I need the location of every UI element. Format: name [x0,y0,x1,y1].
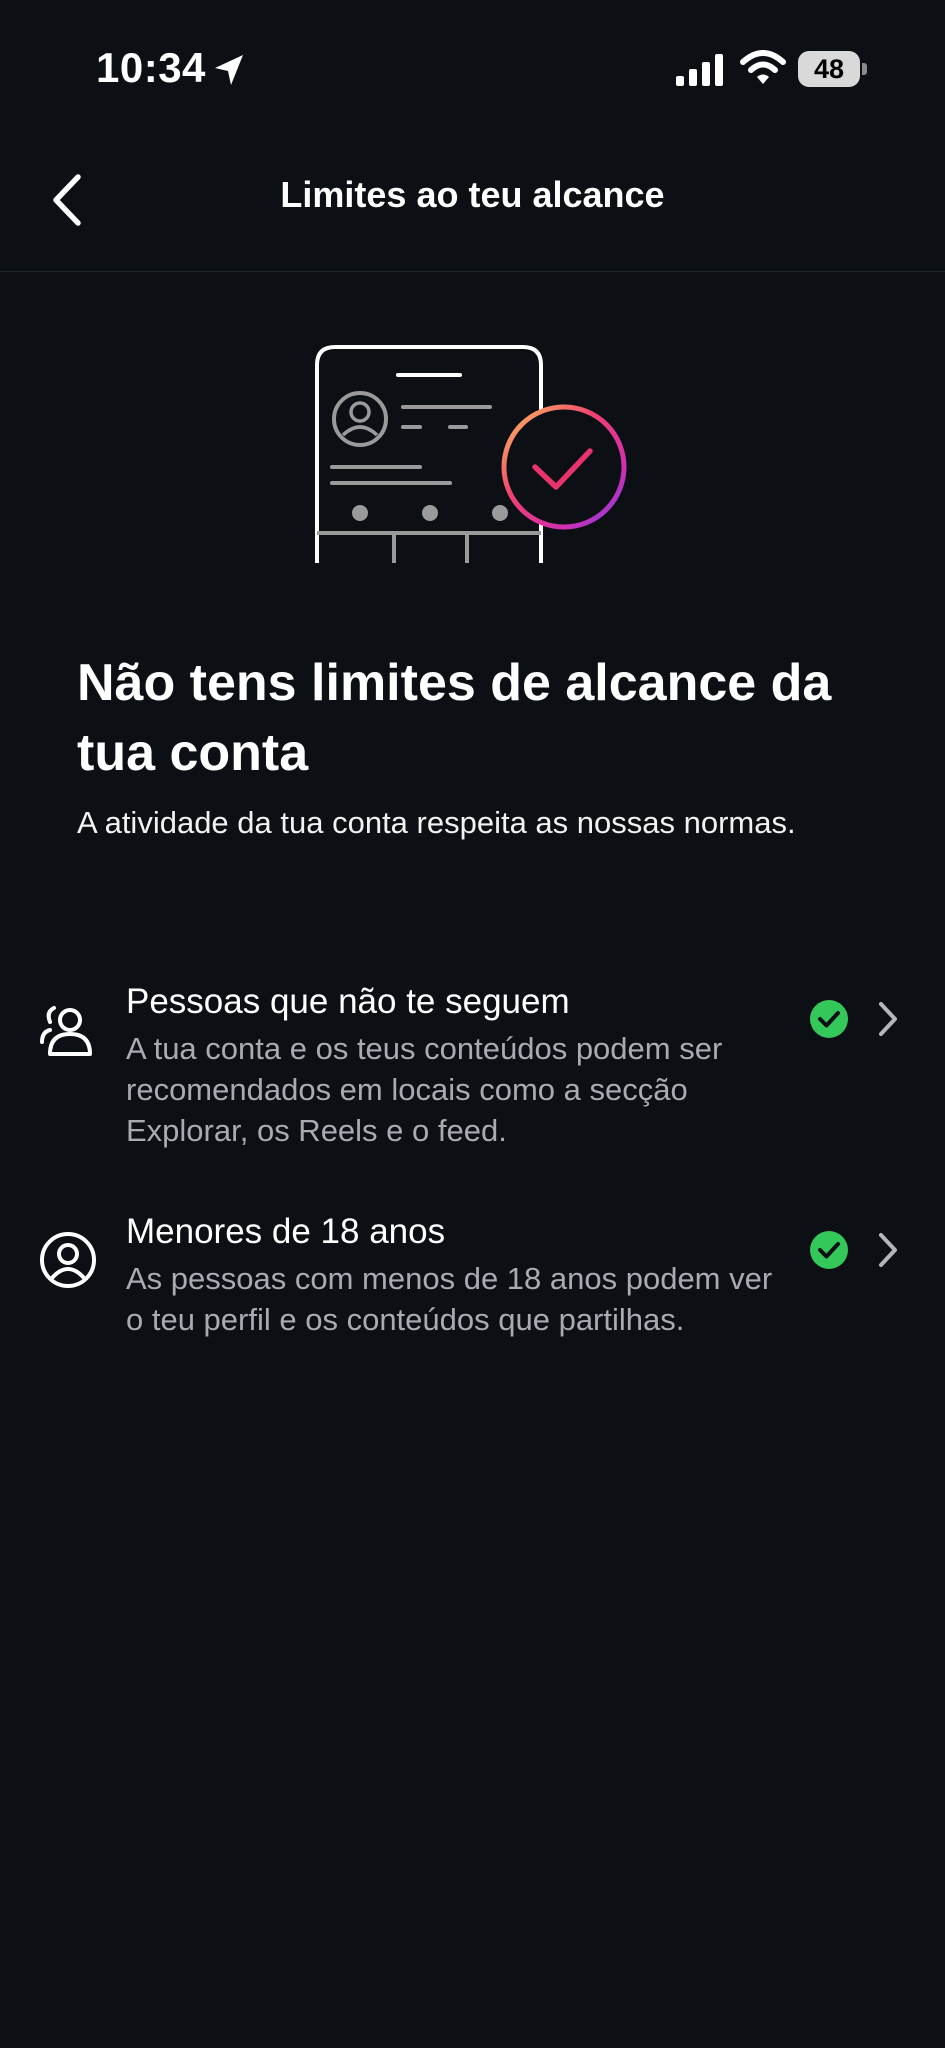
battery-level: 48 [813,53,845,84]
list-item-title: Pessoas que não te seguem [126,982,570,1021]
location-arrow-icon [215,55,243,85]
battery-indicator: 48 [798,51,868,87]
profile-icon [40,1232,96,1288]
list-item-non-followers[interactable]: Pessoas que não te seguem A tua conta e … [0,980,945,1155]
wifi-icon [740,50,786,84]
page-title: Limites ao teu alcance [280,174,665,215]
chevron-right-icon [879,1233,897,1267]
chevron-right-icon [879,1002,897,1036]
status-time: 10:34 [96,44,206,91]
list-item-description: A tua conta e os teus conteúdos podem se… [126,1031,723,1148]
status-bar: 10:34 48 [0,0,945,140]
screen: 10:34 48 Limites ao teu alcance Não tens… [0,0,945,2048]
subtitle: A atividade da tua conta respeita as nos… [77,805,796,840]
list-item-title: Menores de 18 anos [126,1212,446,1251]
check-circle-icon [810,1000,848,1038]
cellular-signal-icon [676,54,723,86]
check-circle-icon [810,1231,848,1269]
phone-check-illustration [315,345,627,563]
list-item-minors[interactable]: Menores de 18 anos As pessoas com menos … [0,1210,945,1385]
list-item-description: As pessoas com menos de 18 anos podem ve… [126,1261,773,1337]
battery-cap [862,63,867,75]
headline: Não tens limites de alcance da tua conta [77,654,832,782]
people-icon [40,1006,92,1056]
header: Limites ao teu alcance [0,140,945,272]
